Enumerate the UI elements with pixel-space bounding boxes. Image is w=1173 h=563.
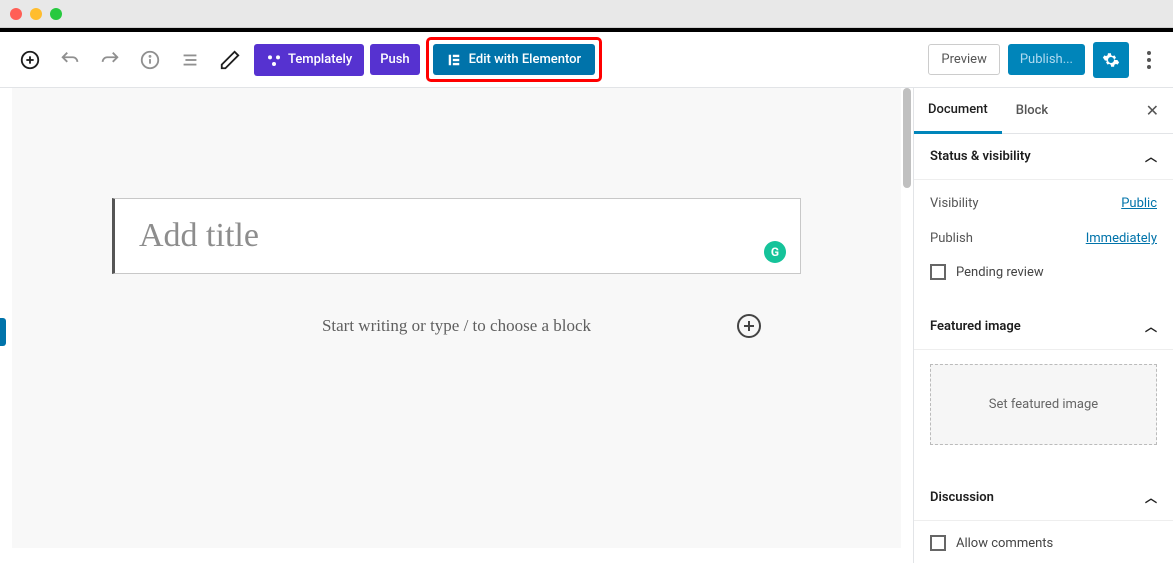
publish-value-link[interactable]: Immediately (1086, 231, 1157, 246)
visibility-row: Visibility Public (930, 186, 1157, 221)
close-window-icon[interactable] (10, 8, 22, 20)
chevron-up-icon: ︿ (1145, 148, 1157, 165)
main-area: G Start writing or type / to choose a bl… (0, 88, 1173, 563)
panel-status-title: Status & visibility (930, 149, 1031, 164)
gear-icon (1102, 51, 1120, 69)
info-button[interactable] (132, 42, 168, 78)
allow-comments-checkbox[interactable] (930, 535, 946, 551)
more-options-button[interactable] (1137, 42, 1161, 78)
tab-document[interactable]: Document (914, 88, 1002, 134)
chevron-up-icon: ︿ (1145, 318, 1157, 335)
browser-chrome (0, 0, 1173, 28)
publish-row: Publish Immediately (930, 221, 1157, 256)
undo-button[interactable] (52, 42, 88, 78)
body-prompt-text[interactable]: Start writing or type / to choose a bloc… (322, 316, 591, 336)
preview-button[interactable]: Preview (928, 44, 999, 75)
app-frame: Templately Push Edit with Elementor Prev… (0, 28, 1173, 563)
edit-button[interactable] (212, 42, 248, 78)
visibility-value-link[interactable]: Public (1121, 196, 1157, 211)
preview-label: Preview (941, 52, 986, 67)
panel-featured-title: Featured image (930, 319, 1021, 334)
dots-vertical-icon (1147, 51, 1151, 69)
push-label: Push (380, 52, 409, 67)
add-block-button[interactable] (12, 42, 48, 78)
panel-discussion-header[interactable]: Discussion ︿ (914, 475, 1173, 521)
redo-button[interactable] (92, 42, 128, 78)
plus-icon (743, 320, 755, 332)
panel-status-body: Visibility Public Publish Immediately Pe… (914, 180, 1173, 304)
pending-review-checkbox[interactable] (930, 264, 946, 280)
templately-button[interactable]: Templately (254, 44, 364, 76)
push-button[interactable]: Push (370, 44, 419, 75)
panel-status-header[interactable]: Status & visibility ︿ (914, 134, 1173, 180)
set-featured-image-button[interactable]: Set featured image (930, 364, 1157, 445)
publish-label: Publish (930, 231, 973, 246)
maximize-window-icon[interactable] (50, 8, 62, 20)
editor-toolbar: Templately Push Edit with Elementor Prev… (0, 32, 1173, 88)
editor-canvas: G Start writing or type / to choose a bl… (0, 88, 913, 563)
templately-icon (266, 52, 282, 68)
edit-with-elementor-button[interactable]: Edit with Elementor (433, 44, 595, 75)
elementor-label: Edit with Elementor (469, 52, 581, 67)
chevron-up-icon: ︿ (1145, 489, 1157, 506)
publish-button[interactable]: Publish... (1008, 44, 1085, 75)
panel-discussion-title: Discussion (930, 490, 994, 505)
outline-button[interactable] (172, 42, 208, 78)
left-edge-tab[interactable] (0, 318, 6, 346)
publish-label: Publish... (1020, 52, 1073, 67)
grammarly-badge-icon[interactable]: G (764, 241, 786, 263)
visibility-label: Visibility (930, 196, 979, 211)
title-block[interactable]: G (112, 198, 801, 274)
inline-add-block-button[interactable] (737, 314, 761, 338)
traffic-lights (10, 8, 62, 20)
templately-label: Templately (288, 52, 352, 67)
title-input[interactable] (139, 217, 776, 255)
elementor-icon (447, 53, 461, 67)
editor-scrollbar[interactable] (903, 88, 911, 188)
elementor-highlight: Edit with Elementor (426, 37, 602, 82)
minimize-window-icon[interactable] (30, 8, 42, 20)
sidebar-tabs: Document Block ✕ (914, 88, 1173, 134)
panel-featured-body: Set featured image (914, 350, 1173, 475)
settings-sidebar: Document Block ✕ Status & visibility ︿ V… (913, 88, 1173, 563)
panel-featured-header[interactable]: Featured image ︿ (914, 304, 1173, 350)
allow-comments-row[interactable]: Allow comments (930, 527, 1157, 559)
settings-button[interactable] (1093, 42, 1129, 78)
pending-review-label: Pending review (956, 265, 1044, 280)
sidebar-close-button[interactable]: ✕ (1132, 101, 1173, 120)
body-prompt-row: Start writing or type / to choose a bloc… (112, 316, 801, 336)
allow-comments-label: Allow comments (956, 536, 1053, 551)
tab-block[interactable]: Block (1002, 89, 1062, 132)
pending-review-row[interactable]: Pending review (930, 256, 1157, 288)
panel-discussion-body: Allow comments (914, 521, 1173, 563)
